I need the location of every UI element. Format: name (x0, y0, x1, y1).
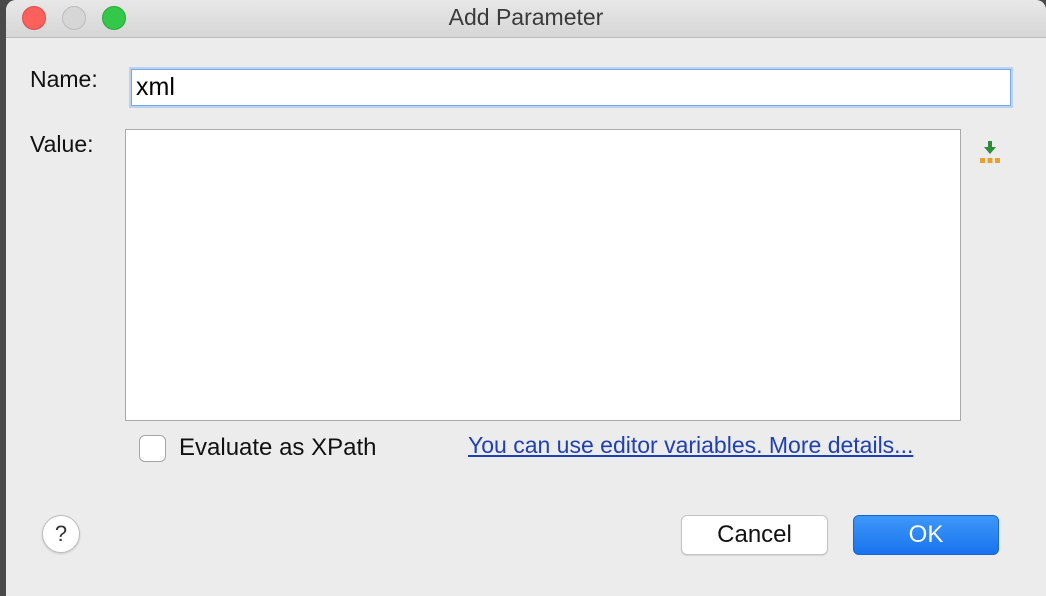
name-input[interactable] (131, 69, 1011, 106)
editor-variables-link[interactable]: You can use editor variables. More detai… (468, 432, 913, 459)
evaluate-as-xpath-label[interactable]: Evaluate as XPath (179, 434, 376, 462)
evaluate-as-xpath-checkbox[interactable] (139, 435, 166, 462)
value-label: Value: (30, 131, 94, 157)
ok-button[interactable]: OK (853, 515, 999, 555)
name-label: Name: (30, 66, 98, 92)
dialog-title: Add Parameter (448, 4, 604, 30)
add-parameter-dialog: Add Parameter Name: Value: Evaluate as X… (6, 0, 1046, 596)
insert-macro-icon[interactable] (978, 140, 1002, 166)
cancel-button[interactable]: Cancel (681, 515, 828, 555)
help-button[interactable]: ? (42, 515, 80, 553)
value-textarea[interactable] (125, 129, 961, 421)
title-bar: Add Parameter (6, 0, 1046, 38)
